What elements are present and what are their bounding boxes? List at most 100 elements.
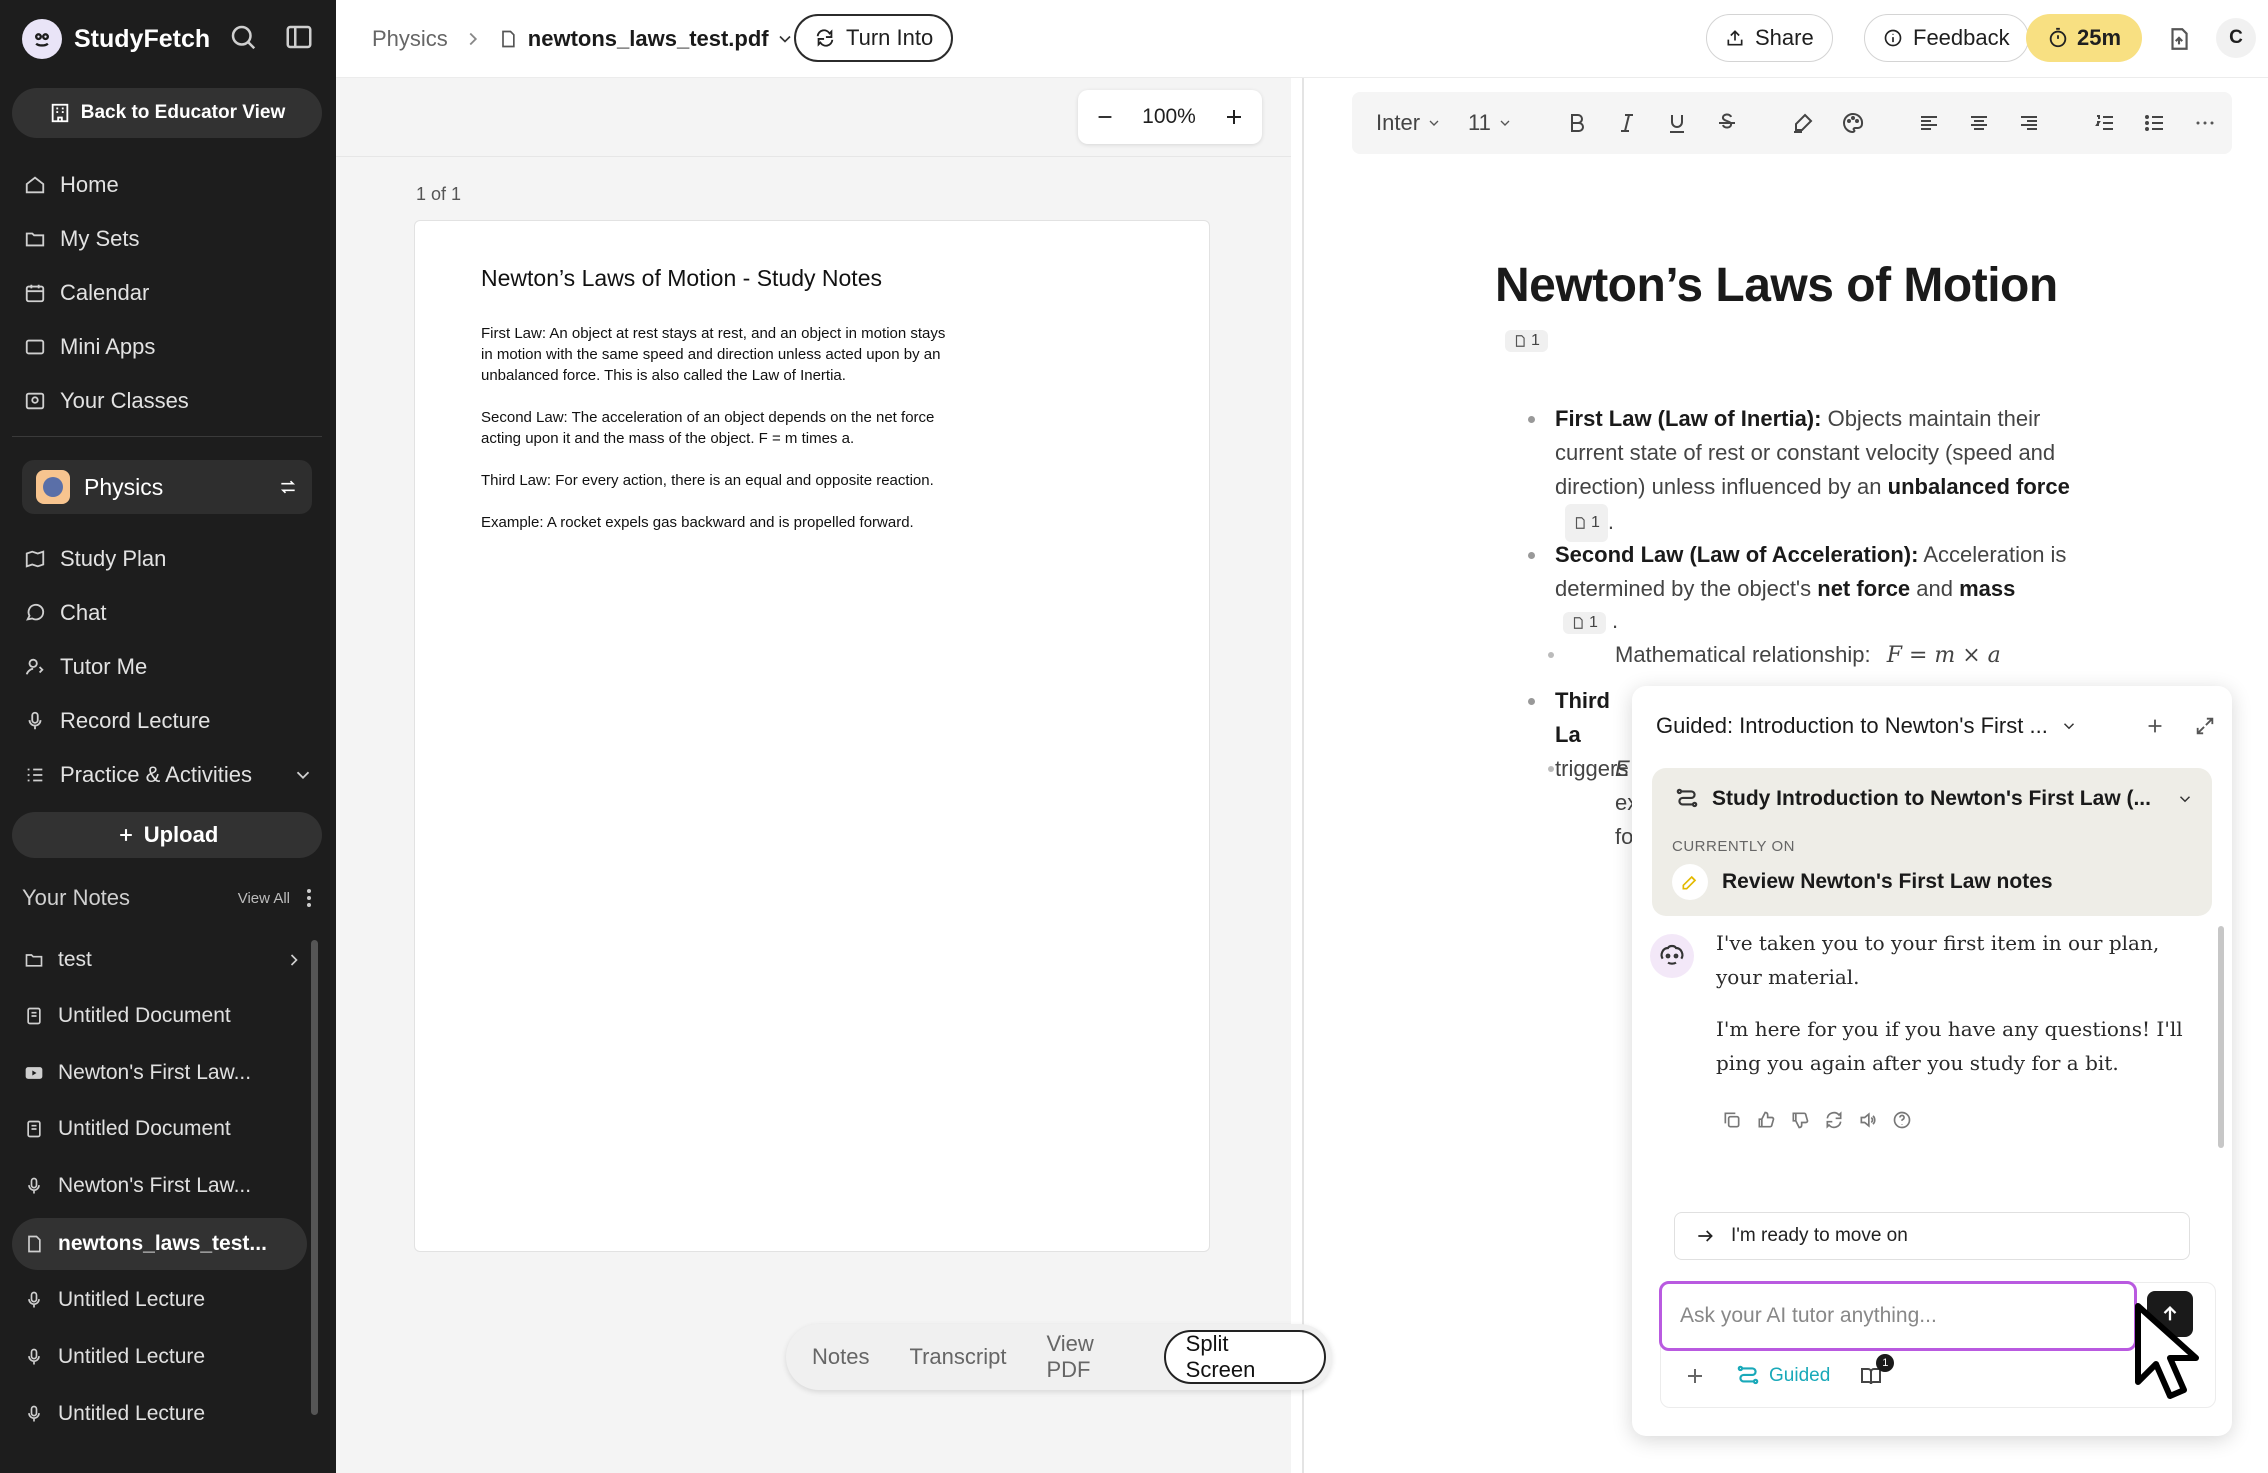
note-label: Untitled Lecture xyxy=(58,1402,206,1425)
chevron-down-icon[interactable] xyxy=(2060,717,2078,735)
bullet-first-law[interactable]: First Law (Law of Inertia): Objects main… xyxy=(1555,402,2085,542)
feedback-button[interactable]: Feedback xyxy=(1864,14,2029,62)
help-circle-icon[interactable] xyxy=(1892,1110,1912,1130)
tab-notes[interactable]: Notes xyxy=(792,1330,889,1384)
nav-chat[interactable]: Chat xyxy=(24,595,106,631)
new-chat-plus-icon[interactable] xyxy=(2144,715,2166,737)
brand[interactable]: StudyFetch xyxy=(22,18,210,60)
thumbs-up-icon[interactable] xyxy=(1756,1110,1776,1130)
palette-icon[interactable] xyxy=(1841,110,1865,136)
guided-mode-toggle[interactable]: Guided xyxy=(1735,1363,1830,1389)
expand-icon[interactable] xyxy=(2194,715,2216,737)
highlighter-icon[interactable] xyxy=(1791,110,1815,136)
regenerate-icon[interactable] xyxy=(1824,1110,1844,1130)
note-item[interactable]: Untitled Lecture xyxy=(24,1282,304,1318)
pdf-paragraph: First Law: An object at rest stays at re… xyxy=(481,325,946,384)
switch-arrows-icon[interactable] xyxy=(278,477,298,497)
building-icon xyxy=(51,103,68,123)
thumbs-down-icon[interactable] xyxy=(1790,1110,1810,1130)
sidebar-toggle-icon[interactable] xyxy=(284,22,318,56)
chat-title[interactable]: Guided: Introduction to Newton's First .… xyxy=(1656,713,2048,739)
sources-count-badge: 1 xyxy=(1876,1354,1895,1372)
nav-study-plan[interactable]: Study Plan xyxy=(24,541,166,577)
view-all-link[interactable]: View All xyxy=(238,890,290,907)
microphone-icon xyxy=(28,1348,40,1365)
note-item[interactable]: Newton's First Law... xyxy=(24,1055,304,1091)
physics-class-icon xyxy=(36,470,70,504)
tab-transcript[interactable]: Transcript xyxy=(889,1330,1026,1384)
attach-plus-icon[interactable] xyxy=(1683,1364,1707,1388)
citation-badge[interactable]: 1 xyxy=(1563,612,1606,634)
chevron-down-icon[interactable] xyxy=(2176,790,2194,808)
chat-scrollbar[interactable] xyxy=(2218,926,2224,1148)
sidebar-scrollbar[interactable] xyxy=(311,940,318,1415)
note-item[interactable]: Newton's First Law... xyxy=(24,1168,304,1204)
turn-into-button[interactable]: Turn Into xyxy=(794,14,954,62)
speaker-icon[interactable] xyxy=(1858,1110,1878,1130)
document-icon xyxy=(1575,517,1585,529)
class-switcher[interactable]: Physics xyxy=(22,460,312,514)
chat-input[interactable] xyxy=(1659,1281,2137,1351)
zoom-out-icon[interactable] xyxy=(1094,106,1116,128)
ordered-list-icon[interactable] xyxy=(2093,110,2117,136)
ai-tutor-avatar-icon xyxy=(1650,934,1694,978)
tab-view-pdf[interactable]: View PDF xyxy=(1026,1330,1163,1384)
align-left-icon[interactable] xyxy=(1917,110,1941,136)
back-to-educator-button[interactable]: Back to Educator View xyxy=(12,88,322,138)
nav-home[interactable]: Home xyxy=(24,167,119,203)
sub-bullet-formula[interactable]: Mathematical relationship: F = m × a xyxy=(1615,638,2075,673)
nav-mini-apps[interactable]: Mini Apps xyxy=(24,329,155,365)
document-title[interactable]: Newton’s Laws of Motion xyxy=(1495,258,2058,313)
sidebar: StudyFetch Back to Educator View Home My… xyxy=(0,0,336,1473)
nav-my-sets[interactable]: My Sets xyxy=(24,221,139,257)
note-item-active[interactable]: newtons_laws_test... xyxy=(12,1218,307,1270)
pane-resize-handle[interactable] xyxy=(1302,78,1304,1473)
upload-button[interactable]: Upload xyxy=(12,812,322,858)
note-item[interactable]: Untitled Document xyxy=(24,998,304,1034)
font-size-select[interactable]: 11 xyxy=(1468,110,1513,136)
sources-button[interactable]: 1 xyxy=(1858,1354,1895,1388)
bullet-second-law[interactable]: Second Law (Law of Acceleration): Accele… xyxy=(1555,538,2085,606)
note-item[interactable]: Untitled Lecture xyxy=(24,1396,304,1432)
note-item[interactable]: Untitled Document xyxy=(24,1111,304,1147)
more-horizontal-icon[interactable] xyxy=(2193,110,2217,136)
nav-my-sets-label: My Sets xyxy=(60,226,140,251)
font-family-select[interactable]: Inter xyxy=(1376,110,1442,136)
share-button[interactable]: Share xyxy=(1706,14,1833,62)
nav-practice-activities[interactable]: Practice & Activities xyxy=(24,757,314,793)
strikethrough-icon[interactable] xyxy=(1715,110,1739,136)
zoom-in-icon[interactable] xyxy=(1222,105,1246,129)
sidebar-divider xyxy=(12,436,322,437)
user-avatar[interactable]: C xyxy=(2216,18,2256,58)
nav-calendar[interactable]: Calendar xyxy=(24,275,149,311)
copy-icon[interactable] xyxy=(1722,1110,1742,1130)
export-icon[interactable] xyxy=(2166,24,2194,54)
italic-icon[interactable] xyxy=(1615,110,1639,136)
study-timer[interactable]: 25m xyxy=(2026,14,2142,62)
study-plan-card[interactable]: Study Introduction to Newton's First Law… xyxy=(1652,768,2212,916)
bullet-list-icon[interactable] xyxy=(2143,110,2167,136)
align-right-icon[interactable] xyxy=(2017,110,2041,136)
search-icon[interactable] xyxy=(228,22,262,56)
nav-your-classes[interactable]: Your Classes xyxy=(24,383,189,419)
breadcrumb-root[interactable]: Physics xyxy=(372,26,448,52)
current-plan-item[interactable]: Review Newton's First Law notes xyxy=(1672,864,2053,900)
note-item-folder[interactable]: test xyxy=(24,942,304,978)
nav-record-lecture[interactable]: Record Lecture xyxy=(24,703,210,739)
route-icon xyxy=(1676,788,1698,808)
note-item[interactable]: Untitled Lecture xyxy=(24,1339,304,1375)
bold-icon[interactable] xyxy=(1565,110,1589,136)
citation-badge[interactable]: 1 xyxy=(1505,330,1548,352)
more-vertical-icon[interactable] xyxy=(306,888,312,908)
ready-to-move-on-button[interactable]: I'm ready to move on xyxy=(1674,1212,2190,1260)
citation-badge[interactable]: 1 xyxy=(1565,504,1608,542)
chevron-down-icon[interactable] xyxy=(775,29,795,49)
underline-icon[interactable] xyxy=(1665,110,1689,136)
document-icon xyxy=(1573,617,1583,629)
nav-tutor-me[interactable]: Tutor Me xyxy=(24,649,147,685)
align-center-icon[interactable] xyxy=(1967,110,1991,136)
file-name[interactable]: newtons_laws_test.pdf xyxy=(528,26,769,52)
currently-on-label: CURRENTLY ON xyxy=(1672,838,1795,855)
tab-split-screen[interactable]: Split Screen xyxy=(1163,1330,1326,1384)
app-window-icon xyxy=(25,339,45,355)
